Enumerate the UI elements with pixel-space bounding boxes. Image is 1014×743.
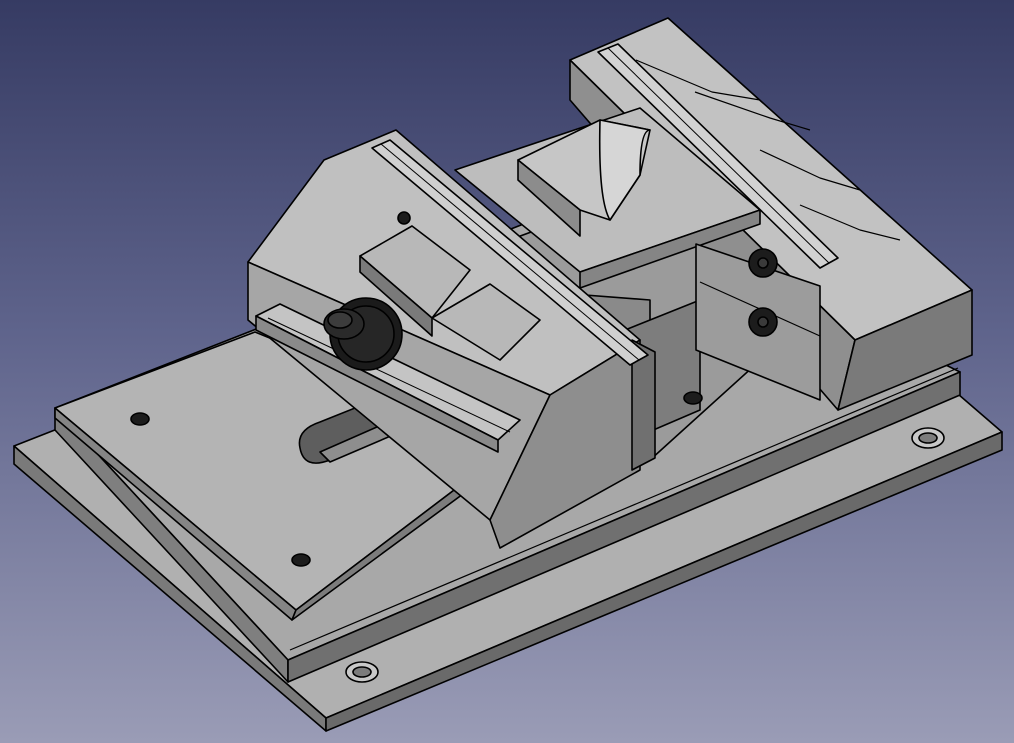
- pin-hole-3: [683, 391, 703, 405]
- hole-marker: [397, 211, 411, 225]
- pin-hole-1: [130, 412, 150, 426]
- pin-hole-2: [291, 553, 311, 567]
- 3d-viewport[interactable]: [0, 0, 1014, 743]
- cad-model-view[interactable]: [0, 0, 1014, 743]
